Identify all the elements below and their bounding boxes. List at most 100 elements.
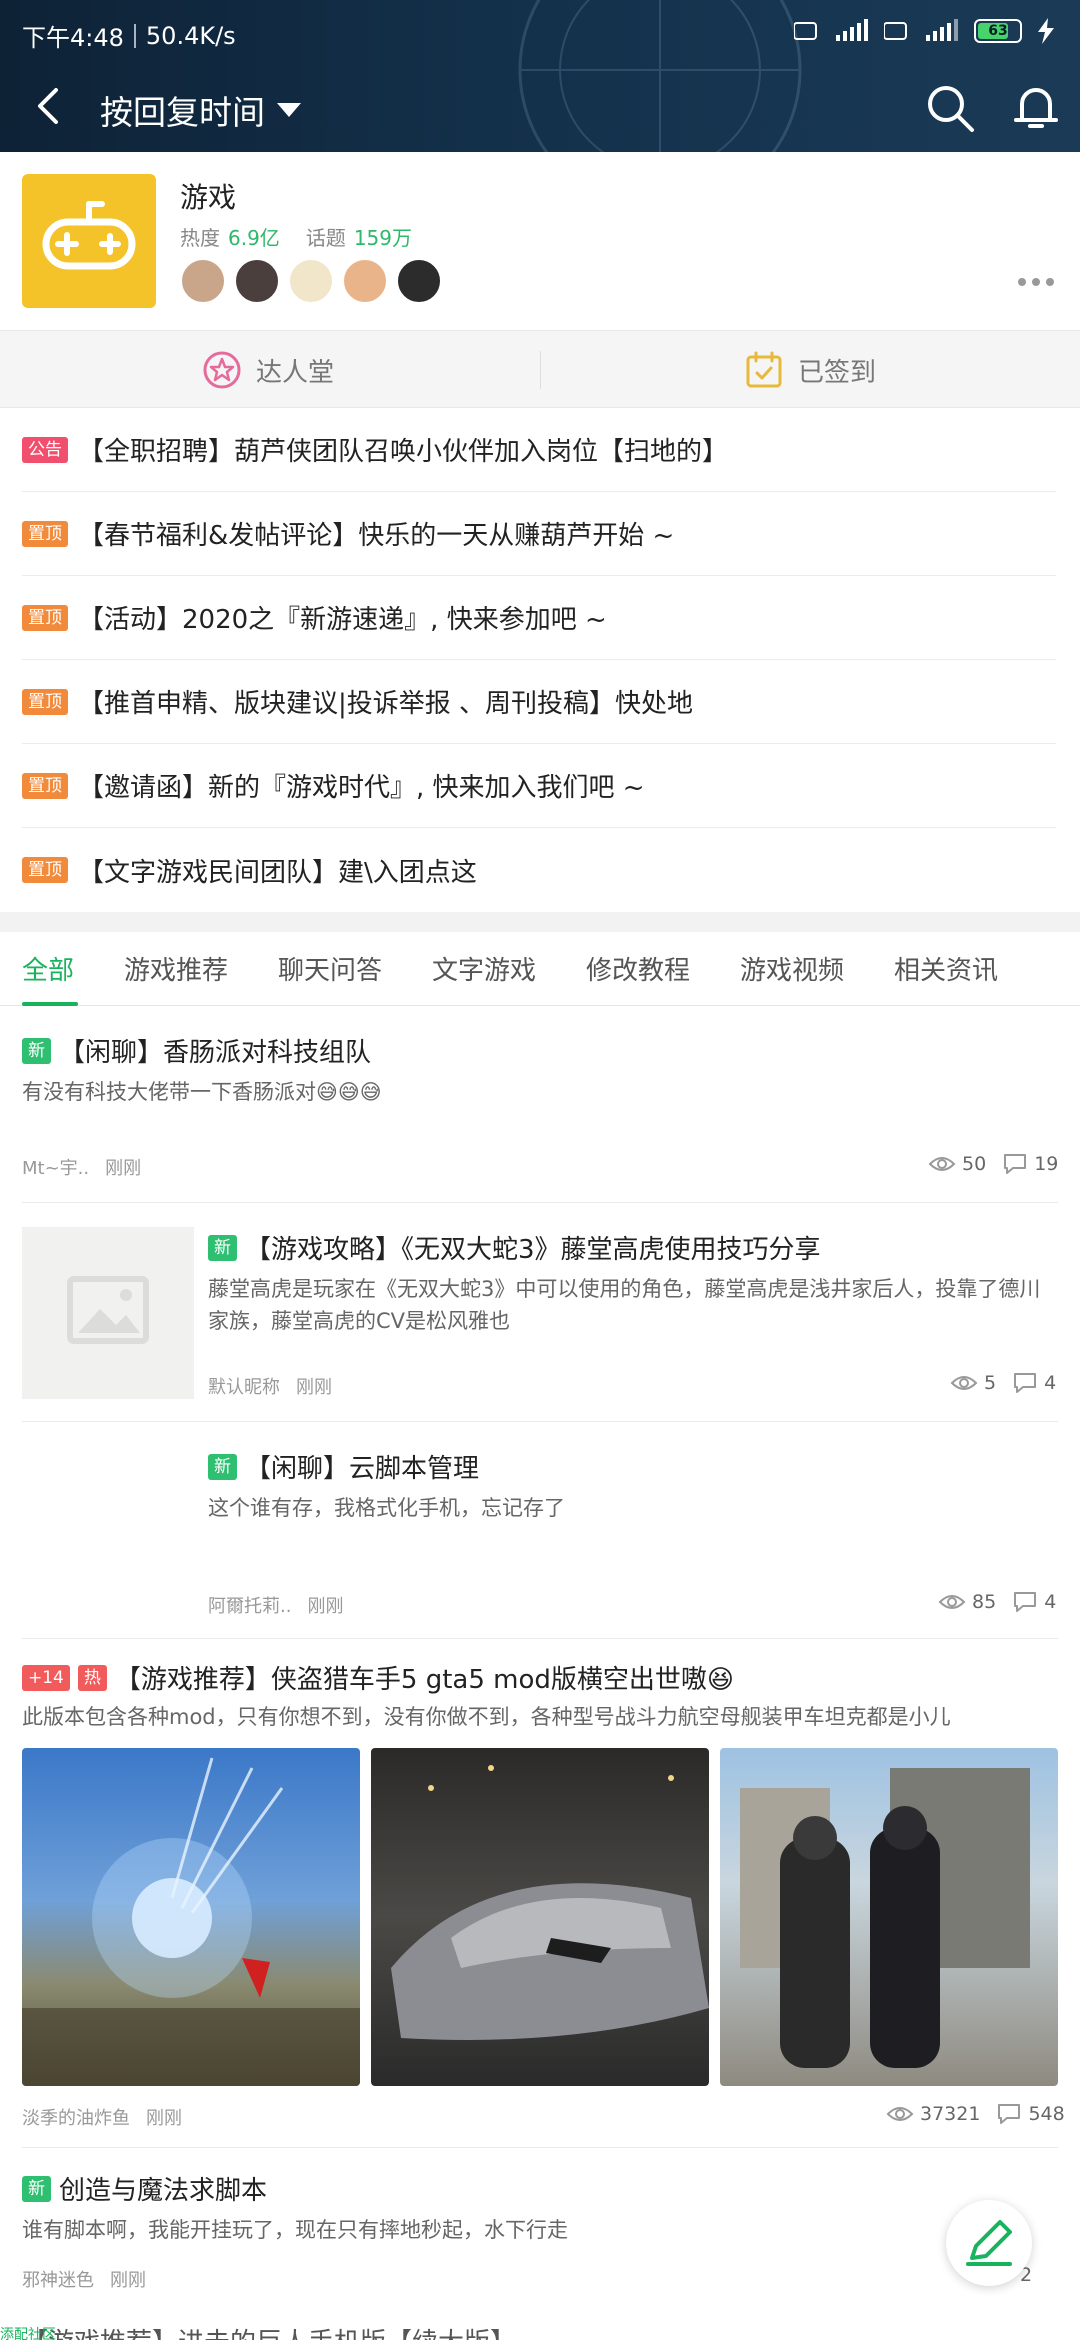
battery-level: 63 bbox=[988, 23, 1008, 39]
tab-related-news[interactable]: 相关资讯 bbox=[894, 950, 998, 987]
tab-chat-qa[interactable]: 聊天问答 bbox=[278, 950, 382, 987]
tab-game-recommend[interactable]: 游戏推荐 bbox=[124, 950, 228, 987]
announcement-badge: 公告 bbox=[22, 436, 68, 463]
post-excerpt: 藤堂高虎是玩家在《无双大蛇3》中可以使用的角色，藤堂高虎是浅井家后人，投靠了德川… bbox=[208, 1277, 1041, 1333]
post-image[interactable] bbox=[22, 1748, 360, 2086]
status-separator bbox=[133, 23, 136, 48]
pinned-badge: 置顶 bbox=[22, 520, 68, 547]
checkin-button[interactable]: 已签到 bbox=[744, 331, 876, 409]
pinned-title: 【推首申精、版块建议|投诉举报 、周刊投稿】快处地 bbox=[78, 689, 694, 719]
topic-stats: 热度 6.9亿 话题 159万 bbox=[180, 222, 430, 251]
topic-logo bbox=[22, 174, 156, 308]
new-badge: 新 bbox=[208, 1453, 237, 1480]
post-title: 【游戏推荐】侠盗猎车手5 gta5 mod版横空出世嗷😆 bbox=[114, 1665, 734, 1695]
signal-icon bbox=[836, 19, 868, 41]
pencil-icon bbox=[966, 2220, 1012, 2266]
reply-count-badge: +14 bbox=[22, 1664, 70, 1691]
comment-count: 548 bbox=[1028, 2103, 1065, 2125]
comment-icon bbox=[998, 2104, 1021, 2124]
tab-text-games[interactable]: 文字游戏 bbox=[432, 950, 536, 987]
new-badge: 新 bbox=[22, 2175, 51, 2202]
pinned-item[interactable]: 置顶 【文字游戏民间团队】建\入团点这 bbox=[22, 828, 1056, 912]
app-header: 下午4:48 50.4K/s 63 按回复时间 bbox=[0, 0, 1080, 152]
watermark: 添配社区 bbox=[0, 2327, 56, 2340]
pinned-item[interactable]: 公告 【全职招聘】葫芦侠团队召唤小伙伴加入岗位【扫地的】 bbox=[22, 408, 1056, 492]
view-count: 5 bbox=[984, 1372, 997, 1394]
view-count: 37321 bbox=[920, 2103, 981, 2125]
post-title: 【游戏攻略】《无双大蛇3》藤堂高虎使用技巧分享 bbox=[245, 1235, 821, 1265]
more-icon[interactable] bbox=[1016, 272, 1056, 292]
avatar[interactable] bbox=[342, 258, 388, 304]
category-tabs: 全部 游戏推荐 聊天问答 文字游戏 修改教程 游戏视频 相关资讯 bbox=[0, 932, 1080, 1006]
post-author: 阿爾托莉.. bbox=[208, 1596, 292, 1617]
pinned-item[interactable]: 置顶 【推首申精、版块建议|投诉举报 、周刊投稿】快处地 bbox=[22, 660, 1056, 744]
post-author: 邪神迷色 bbox=[22, 2270, 94, 2291]
pinned-item[interactable]: 置顶 【活动】2020之『新游速递』, 快来参加吧 ~ bbox=[22, 576, 1056, 660]
divider bbox=[540, 351, 541, 389]
experts-label: 达人堂 bbox=[256, 357, 335, 388]
tab-game-videos[interactable]: 游戏视频 bbox=[740, 950, 844, 987]
charging-icon bbox=[1038, 18, 1054, 44]
pinned-title: 【邀请函】新的『游戏时代』, 快来加入我们吧 ~ bbox=[78, 773, 645, 803]
tab-mod-tutorials[interactable]: 修改教程 bbox=[586, 950, 690, 987]
moderator-avatars[interactable] bbox=[180, 258, 442, 304]
pinned-title: 【春节福利&发帖评论】快乐的一天从赚葫芦开始 ~ bbox=[78, 521, 675, 551]
post-image[interactable] bbox=[720, 1748, 1058, 2086]
post-time: 刚刚 bbox=[110, 2270, 146, 2291]
topics-value: 159万 bbox=[353, 226, 412, 250]
post-thumbnail bbox=[22, 1227, 194, 1399]
pinned-item[interactable]: 置顶 【邀请函】新的『游戏时代』, 快来加入我们吧 ~ bbox=[22, 744, 1056, 828]
sort-label: 按回复时间 bbox=[100, 93, 265, 132]
nav-bar: 按回复时间 bbox=[0, 72, 1080, 150]
post-excerpt: 这个谁有存，我格式化手机，忘记存了 bbox=[208, 1496, 565, 1520]
avatar[interactable] bbox=[288, 258, 334, 304]
battery-icon: 63 bbox=[974, 19, 1022, 43]
post-item[interactable]: 新 【闲聊】香肠派对科技组队 有没有科技大佬带一下香肠派对😅😅😅 Mt~宇.. … bbox=[0, 1006, 1080, 1202]
post-item[interactable]: 新 【游戏攻略】《无双大蛇3》藤堂高虎使用技巧分享 藤堂高虎是玩家在《无双大蛇3… bbox=[0, 1203, 1080, 1421]
avatar[interactable] bbox=[234, 258, 280, 304]
hd-signal-icon bbox=[794, 22, 817, 40]
comment-icon bbox=[1004, 1154, 1027, 1174]
post-time: 刚刚 bbox=[105, 1158, 142, 1179]
post-item[interactable]: 新 创造与魔法求脚本 谁有脚本啊，我能开挂玩了，现在只有摔地秒起，水下行走 邪神… bbox=[0, 2148, 1080, 2308]
view-count: 85 bbox=[972, 1591, 997, 1613]
bell-icon[interactable] bbox=[1008, 80, 1064, 136]
comment-count: 19 bbox=[1034, 1153, 1059, 1175]
section-gap bbox=[0, 912, 1080, 932]
topic-name: 游戏 bbox=[180, 181, 237, 214]
post-time: 刚刚 bbox=[296, 1377, 332, 1398]
sort-dropdown[interactable]: 按回复时间 bbox=[100, 86, 301, 134]
search-icon[interactable] bbox=[922, 80, 978, 136]
post-title: 【闲聊】云脚本管理 bbox=[245, 1454, 480, 1484]
post-image[interactable] bbox=[371, 1748, 709, 2086]
post-title: 创造与魔法求脚本 bbox=[59, 2176, 268, 2206]
comment-count: 4 bbox=[1044, 1591, 1057, 1613]
network-speed: 50.4K/s bbox=[145, 21, 236, 50]
status-bar-right: 63 bbox=[794, 18, 1056, 44]
post-time: 刚刚 bbox=[146, 2108, 182, 2129]
comment-icon bbox=[1014, 1592, 1037, 1612]
pinned-badge: 置顶 bbox=[22, 772, 68, 799]
partial-post-title[interactable]: 【游戏推荐】进击的巨人手机版【续大版】 bbox=[22, 2322, 516, 2340]
avatar[interactable] bbox=[396, 258, 442, 304]
pinned-item[interactable]: 置顶 【春节福利&发帖评论】快乐的一天从赚葫芦开始 ~ bbox=[22, 492, 1056, 576]
pinned-title: 【文字游戏民间团队】建\入团点这 bbox=[78, 857, 477, 888]
back-arrow-icon[interactable] bbox=[26, 82, 74, 130]
heat-label: 热度 bbox=[180, 226, 220, 250]
pinned-list: 公告 【全职招聘】葫芦侠团队召唤小伙伴加入岗位【扫地的】 置顶 【春节福利&发帖… bbox=[0, 408, 1080, 912]
comment-icon bbox=[1014, 1373, 1037, 1393]
post-item[interactable]: 新 【闲聊】云脚本管理 这个谁有存，我格式化手机，忘记存了 阿爾托莉.. 刚刚 … bbox=[0, 1422, 1080, 1638]
tab-all[interactable]: 全部 bbox=[22, 950, 74, 987]
gameplay-image-3 bbox=[740, 1768, 1030, 2068]
avatar[interactable] bbox=[180, 258, 226, 304]
image-placeholder-icon bbox=[67, 1276, 149, 1344]
pinned-badge: 置顶 bbox=[22, 688, 68, 715]
compose-button[interactable] bbox=[946, 2200, 1032, 2286]
eye-icon bbox=[886, 2107, 914, 2121]
post-title: 【闲聊】香肠派对科技组队 bbox=[59, 1038, 372, 1068]
eye-icon bbox=[950, 1376, 978, 1390]
topic-card: 游戏 热度 6.9亿 话题 159万 bbox=[0, 152, 1080, 330]
experts-button[interactable]: 达人堂 bbox=[202, 331, 334, 409]
chevron-down-icon bbox=[277, 103, 301, 117]
eye-icon bbox=[938, 1595, 966, 1609]
